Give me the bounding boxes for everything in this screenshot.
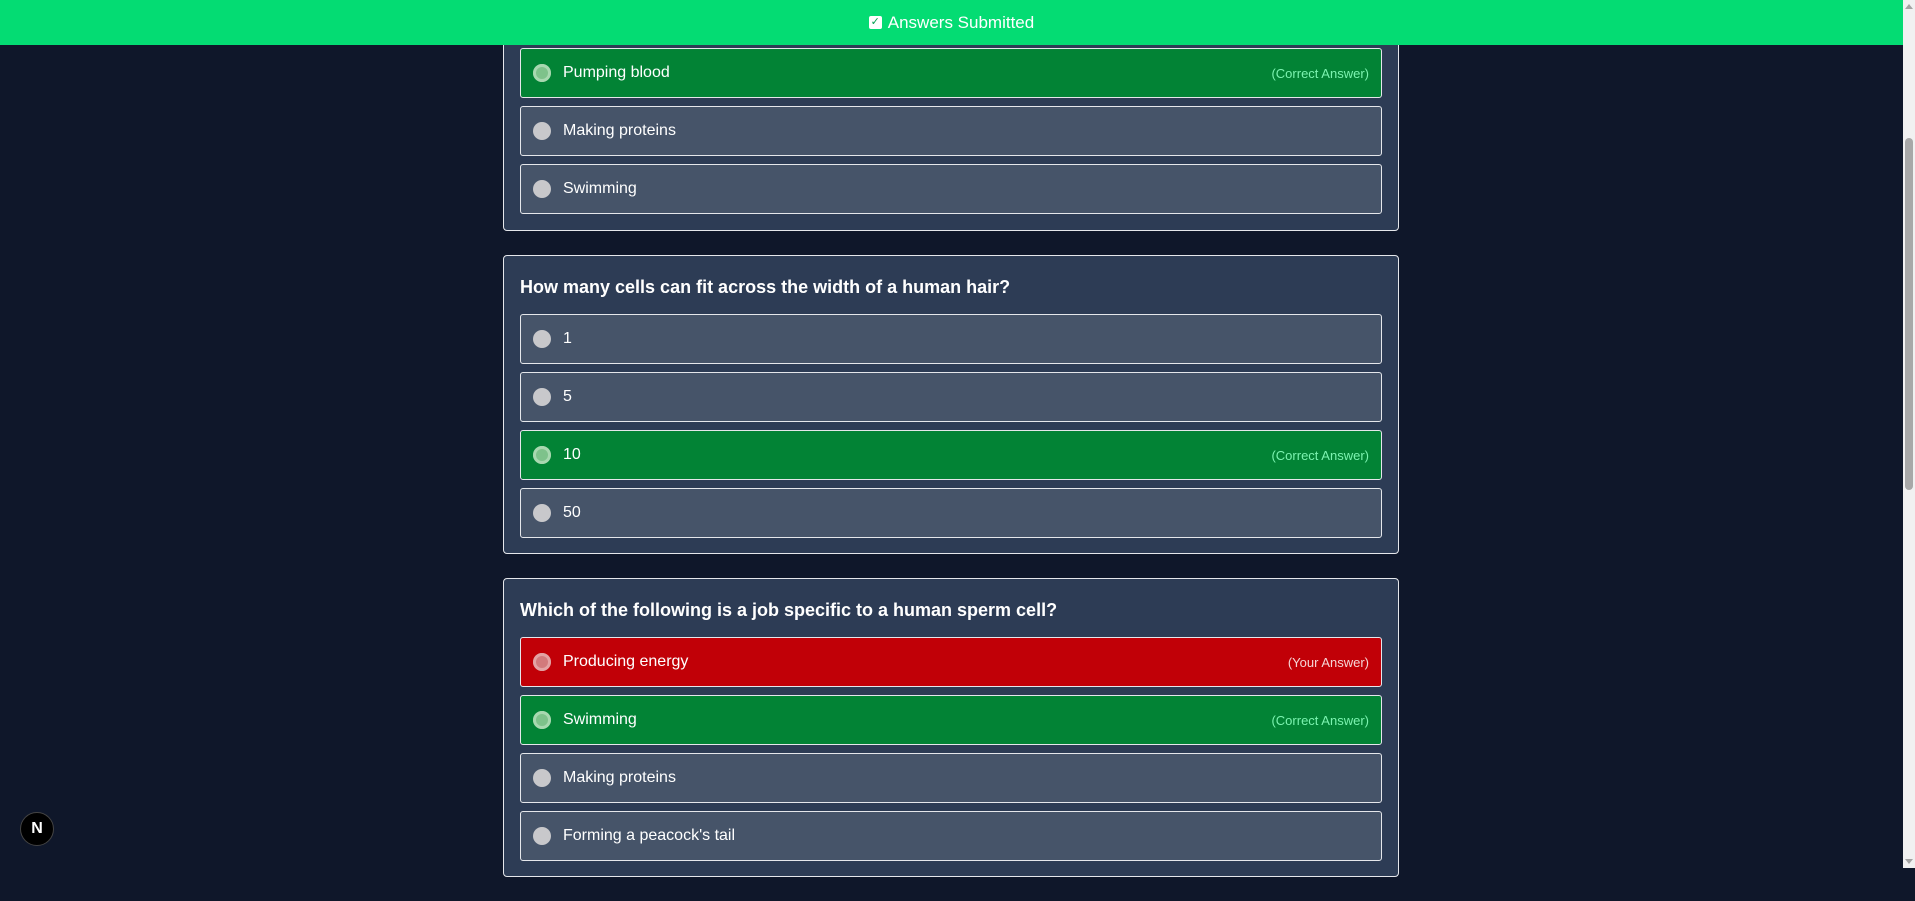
option-label: Swimming	[563, 711, 637, 728]
correct-answer-tag: (Correct Answer)	[1271, 447, 1369, 463]
radio-icon[interactable]	[533, 64, 551, 82]
scrollbar-thumb[interactable]	[1905, 138, 1913, 490]
radio-icon[interactable]	[533, 388, 551, 406]
option-label: Making proteins	[563, 769, 676, 786]
answer-option[interactable]: Making proteins	[520, 106, 1382, 156]
question-card: Which of the following is a job specific…	[503, 578, 1399, 877]
radio-icon[interactable]	[533, 180, 551, 198]
answer-option[interactable]: 5	[520, 372, 1382, 422]
radio-icon[interactable]	[533, 122, 551, 140]
correct-answer-tag: (Correct Answer)	[1271, 712, 1369, 728]
option-label: Producing energy	[563, 653, 689, 670]
scroll-down-arrow-icon[interactable]	[1905, 859, 1913, 864]
radio-icon[interactable]	[533, 330, 551, 348]
radio-icon[interactable]	[533, 827, 551, 845]
option-label: Making proteins	[563, 122, 676, 139]
radio-icon[interactable]	[533, 653, 551, 671]
option-label: Swimming	[563, 180, 637, 197]
option-label: 10	[563, 446, 581, 463]
vertical-scrollbar[interactable]	[1903, 0, 1915, 868]
answer-option[interactable]: Swimming	[520, 164, 1382, 214]
scroll-up-arrow-icon[interactable]	[1905, 4, 1913, 9]
question-text: Which of the following is a job specific…	[520, 600, 1058, 620]
banner-text: Answers Submitted	[887, 12, 1035, 32]
answer-option[interactable]: 1	[520, 314, 1382, 364]
answer-option[interactable]: Swimming (Correct Answer)	[520, 695, 1382, 745]
option-label: Pumping blood	[563, 64, 670, 81]
radio-icon[interactable]	[533, 504, 551, 522]
check-square-icon: ✓	[868, 16, 882, 29]
nextjs-logo-icon[interactable]: N	[20, 812, 54, 846]
your-answer-tag: (Your Answer)	[1287, 654, 1369, 670]
radio-icon[interactable]	[533, 446, 551, 464]
badge-letter: N	[31, 820, 43, 837]
option-label: 50	[563, 504, 581, 521]
question-text: How many cells can fit across the width …	[520, 277, 1011, 297]
answer-option[interactable]: 50	[520, 488, 1382, 538]
question-card: Pumping blood (Correct Answer) Making pr…	[503, 23, 1399, 231]
answer-option[interactable]: Forming a peacock's tail	[520, 811, 1382, 861]
radio-icon[interactable]	[533, 769, 551, 787]
quiz-results: Pumping blood (Correct Answer) Making pr…	[503, 23, 1399, 901]
answer-option[interactable]: Pumping blood (Correct Answer)	[520, 48, 1382, 98]
question-card: How many cells can fit across the width …	[503, 255, 1399, 554]
correct-answer-tag: (Correct Answer)	[1271, 65, 1369, 81]
answer-option[interactable]: Producing energy (Your Answer)	[520, 637, 1382, 687]
answer-option[interactable]: 10 (Correct Answer)	[520, 430, 1382, 480]
option-label: 1	[563, 330, 572, 347]
answer-option[interactable]: Making proteins	[520, 753, 1382, 803]
option-label: 5	[563, 388, 572, 405]
radio-icon[interactable]	[533, 711, 551, 729]
submission-banner: ✓ Answers Submitted	[0, 0, 1903, 45]
option-label: Forming a peacock's tail	[563, 827, 736, 844]
